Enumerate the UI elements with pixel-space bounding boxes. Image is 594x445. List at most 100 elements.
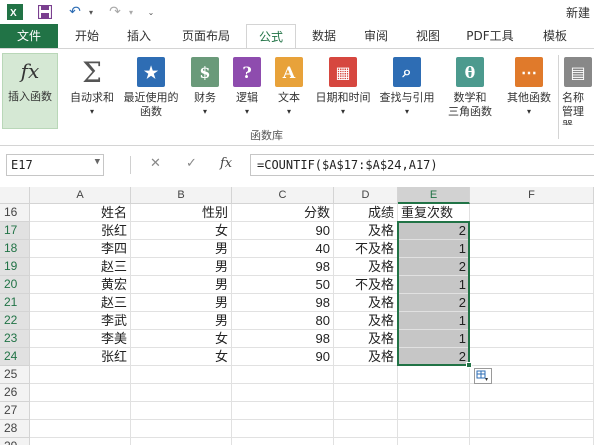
cell-b17[interactable]: 女	[131, 222, 232, 240]
cell-c25[interactable]	[232, 366, 334, 384]
cell-a18[interactable]: 李四	[30, 240, 131, 258]
cell-a24[interactable]: 张红	[30, 348, 131, 366]
cell-f17[interactable]	[470, 222, 594, 240]
cell-d22[interactable]: 及格	[334, 312, 398, 330]
name-box[interactable]: E17 ▼	[6, 154, 104, 176]
formula-input[interactable]: =COUNTIF($A$17:$A$24,A17)	[250, 154, 594, 176]
row-header-27[interactable]: 27	[0, 402, 30, 420]
insert-function-fx-icon[interactable]: fx	[220, 156, 232, 171]
cell-f19[interactable]	[470, 258, 594, 276]
recent-functions-button[interactable]: ★ 最近使用的 函数	[120, 55, 182, 125]
row-header-17[interactable]: 17	[0, 222, 30, 240]
row-header-28[interactable]: 28	[0, 420, 30, 438]
cell-e17[interactable]: 2	[398, 222, 470, 240]
cell-e24[interactable]: 2	[398, 348, 470, 366]
cell-d29[interactable]	[334, 438, 398, 445]
row-header-19[interactable]: 19	[0, 258, 30, 276]
tab-page-layout[interactable]: 页面布局	[172, 24, 240, 48]
cell-b21[interactable]: 男	[131, 294, 232, 312]
cell-c27[interactable]	[232, 402, 334, 420]
cell-a29[interactable]	[30, 438, 131, 445]
cell-c16[interactable]: 分数	[232, 204, 334, 222]
enter-icon[interactable]: ✓	[186, 156, 197, 171]
redo-icon[interactable]: ↷	[106, 3, 124, 21]
tab-file[interactable]: 文件	[0, 24, 58, 48]
cell-e16[interactable]: 重复次数	[398, 204, 470, 222]
cell-a17[interactable]: 张红	[30, 222, 131, 240]
tab-review[interactable]: 审阅	[354, 24, 398, 48]
cell-d25[interactable]	[334, 366, 398, 384]
cell-e26[interactable]	[398, 384, 470, 402]
row-header-29[interactable]: 29	[0, 438, 30, 445]
cell-b27[interactable]	[131, 402, 232, 420]
auto-fill-options-icon[interactable]: ▾	[474, 368, 492, 384]
tab-data[interactable]: 数据	[302, 24, 346, 48]
cell-b23[interactable]: 女	[131, 330, 232, 348]
cell-e27[interactable]	[398, 402, 470, 420]
cell-d27[interactable]	[334, 402, 398, 420]
save-icon[interactable]	[36, 3, 54, 21]
cell-c20[interactable]: 50	[232, 276, 334, 294]
cell-f18[interactable]	[470, 240, 594, 258]
row-header-23[interactable]: 23	[0, 330, 30, 348]
cell-f29[interactable]	[470, 438, 594, 445]
cell-c18[interactable]: 40	[232, 240, 334, 258]
cell-c19[interactable]: 98	[232, 258, 334, 276]
logical-button[interactable]: ? 逻辑 ▾	[228, 55, 266, 125]
cell-b28[interactable]	[131, 420, 232, 438]
cell-e25[interactable]	[398, 366, 470, 384]
cell-d28[interactable]	[334, 420, 398, 438]
tab-insert[interactable]: 插入	[116, 24, 162, 48]
cell-a26[interactable]	[30, 384, 131, 402]
cell-d19[interactable]: 及格	[334, 258, 398, 276]
customize-qat-icon[interactable]: ⌄	[146, 3, 156, 21]
cell-e22[interactable]: 1	[398, 312, 470, 330]
fill-handle[interactable]	[466, 362, 472, 368]
financial-button[interactable]: $ 财务 ▾	[186, 55, 224, 125]
cell-d26[interactable]	[334, 384, 398, 402]
column-header-f[interactable]: F	[470, 187, 594, 204]
undo-dropdown-icon[interactable]: ▾	[86, 3, 96, 21]
cell-f27[interactable]	[470, 402, 594, 420]
select-all-corner[interactable]	[0, 187, 30, 204]
column-header-a[interactable]: A	[30, 187, 131, 204]
cell-d20[interactable]: 不及格	[334, 276, 398, 294]
cell-a16[interactable]: 姓名	[30, 204, 131, 222]
cell-c22[interactable]: 80	[232, 312, 334, 330]
cell-e28[interactable]	[398, 420, 470, 438]
cell-f22[interactable]	[470, 312, 594, 330]
cell-d21[interactable]: 及格	[334, 294, 398, 312]
cell-b24[interactable]: 女	[131, 348, 232, 366]
row-header-20[interactable]: 20	[0, 276, 30, 294]
cell-d23[interactable]: 及格	[334, 330, 398, 348]
cell-c24[interactable]: 90	[232, 348, 334, 366]
cell-e23[interactable]: 1	[398, 330, 470, 348]
cell-b16[interactable]: 性别	[131, 204, 232, 222]
autosum-button[interactable]: Σ 自动求和 ▾	[64, 55, 120, 125]
cancel-icon[interactable]: ✕	[150, 156, 161, 171]
cell-b26[interactable]	[131, 384, 232, 402]
cell-a21[interactable]: 赵三	[30, 294, 131, 312]
row-header-16[interactable]: 16	[0, 204, 30, 222]
cell-a22[interactable]: 李武	[30, 312, 131, 330]
cell-f26[interactable]	[470, 384, 594, 402]
cell-e20[interactable]: 1	[398, 276, 470, 294]
cell-e21[interactable]: 2	[398, 294, 470, 312]
cell-e18[interactable]: 1	[398, 240, 470, 258]
cell-b18[interactable]: 男	[131, 240, 232, 258]
cell-c29[interactable]	[232, 438, 334, 445]
cell-f20[interactable]	[470, 276, 594, 294]
cell-a19[interactable]: 赵三	[30, 258, 131, 276]
cell-b22[interactable]: 男	[131, 312, 232, 330]
row-header-21[interactable]: 21	[0, 294, 30, 312]
cell-d16[interactable]: 成绩	[334, 204, 398, 222]
cell-a25[interactable]	[30, 366, 131, 384]
row-header-24[interactable]: 24	[0, 348, 30, 366]
more-functions-button[interactable]: ⋯ 其他函数 ▾	[502, 55, 556, 125]
cell-a23[interactable]: 李美	[30, 330, 131, 348]
column-header-b[interactable]: B	[131, 187, 232, 204]
column-header-e[interactable]: E	[398, 187, 470, 204]
cell-b20[interactable]: 男	[131, 276, 232, 294]
row-header-18[interactable]: 18	[0, 240, 30, 258]
undo-icon[interactable]: ↶	[66, 3, 84, 21]
